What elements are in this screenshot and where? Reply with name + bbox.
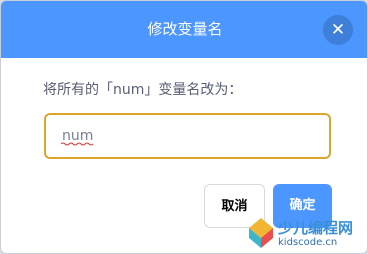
close-icon: ✕ xyxy=(330,20,346,40)
spellcheck-underline xyxy=(61,142,94,146)
dialog-title: 修改变量名 xyxy=(147,20,223,38)
variable-name-input[interactable] xyxy=(44,113,331,159)
rename-prompt: 将所有的「num」变量名改为： xyxy=(43,82,243,98)
kidscode-logo-icon xyxy=(249,218,273,248)
watermark: 少儿编程网 kidscode.cn xyxy=(246,214,368,254)
watermark-brand: 少儿编程网 xyxy=(278,219,354,237)
watermark-url: kidscode.cn xyxy=(278,237,338,248)
dialog-header: 修改变量名 ✕ xyxy=(1,1,367,58)
close-button[interactable]: ✕ xyxy=(323,15,353,45)
